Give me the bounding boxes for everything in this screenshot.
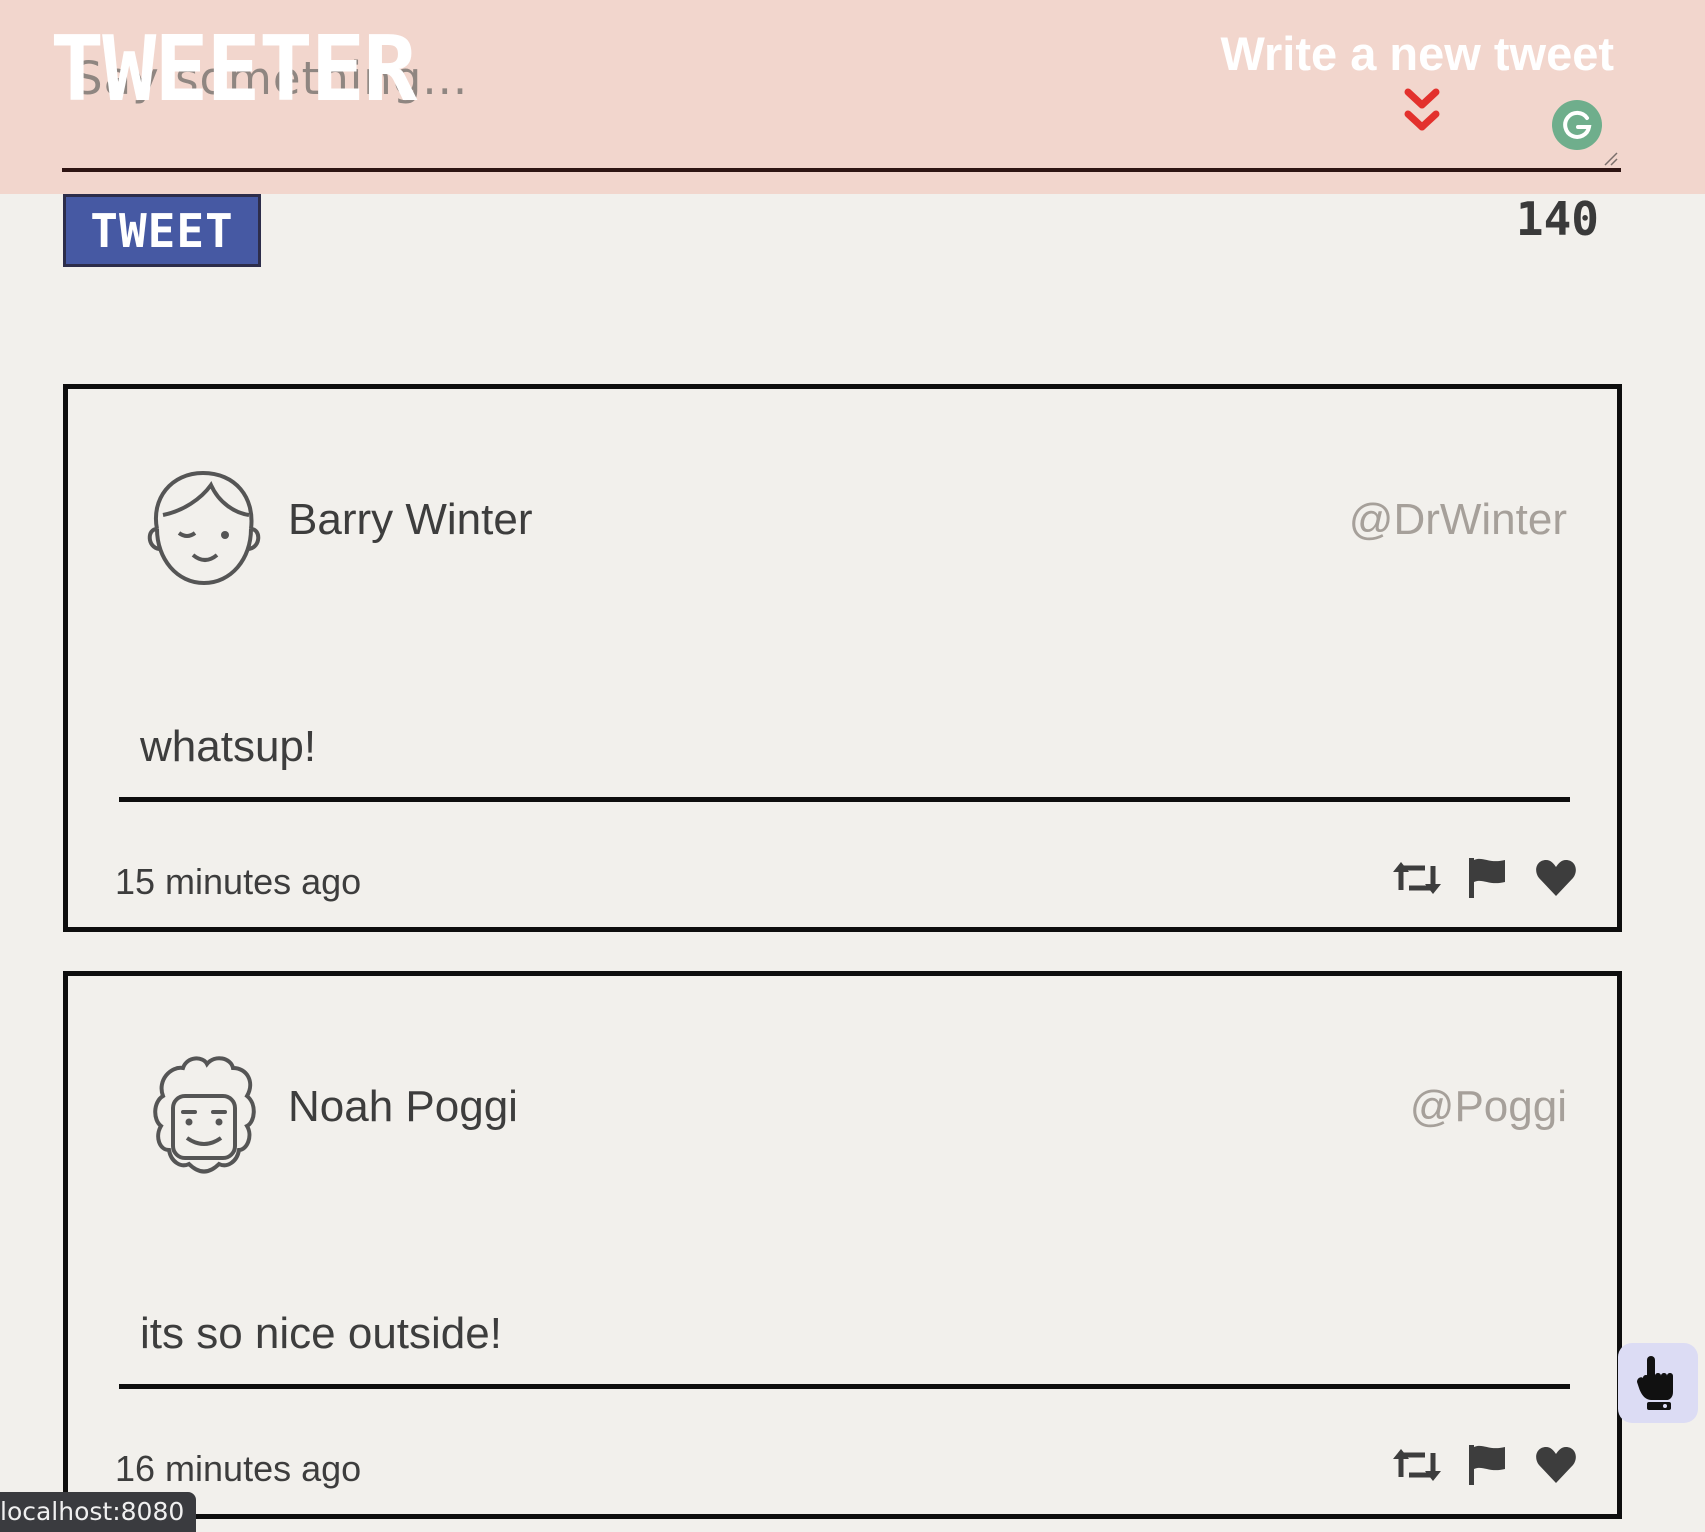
tweet-timestamp: 16 minutes ago [115,1448,362,1489]
floating-pointer-button[interactable] [1618,1343,1698,1423]
write-new-tweet-link[interactable]: Write a new tweet [1220,26,1614,81]
user-name: Barry Winter [288,495,533,544]
brand-logo: TWEETER [50,17,417,122]
resize-grip-icon[interactable] [1602,150,1618,166]
tweet-timestamp: 15 minutes ago [115,861,362,902]
user-name: Noah Poggi [288,1082,518,1131]
grammarly-icon[interactable] [1552,100,1602,150]
hand-pointer-icon [1637,1356,1673,1410]
heart-icon[interactable] [1535,1443,1577,1487]
retweet-icon[interactable] [1391,1443,1443,1487]
double-chevron-down-icon[interactable] [1402,88,1442,136]
tweet-divider [119,797,1570,802]
avatar-icon [153,1056,256,1174]
flag-icon[interactable] [1467,1443,1507,1487]
tweet-text: whatsup! [140,722,317,771]
status-bar-url: localhost:8080 [0,1492,197,1532]
tweet-divider [119,1384,1570,1389]
user-handle: @Poggi [1409,1082,1567,1131]
textarea-underline [62,168,1621,172]
retweet-icon[interactable] [1391,856,1443,900]
avatar-icon [147,470,261,586]
tweet-submit-button[interactable]: TWEET [63,194,261,267]
user-handle: @DrWinter [1348,495,1567,544]
grammarly-g-glyph [1563,110,1592,139]
tweet-card: Noah Poggi @Poggi its so nice outside! 1… [63,971,1622,1519]
tweet-card: Barry Winter @DrWinter whatsup! 15 minut… [63,384,1622,932]
tweet-text: its so nice outside! [140,1309,502,1358]
heart-icon[interactable] [1535,856,1577,900]
flag-icon[interactable] [1467,856,1507,900]
character-counter: 140 [1515,192,1599,246]
